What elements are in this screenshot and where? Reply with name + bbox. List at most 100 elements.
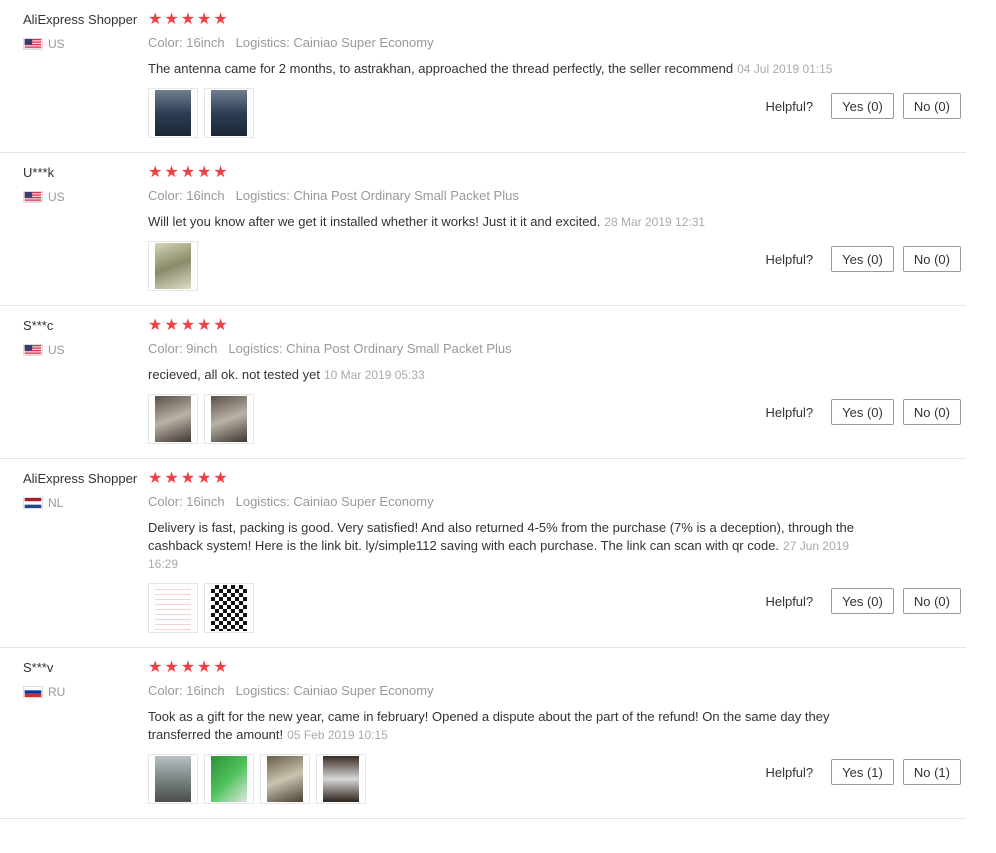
star-icon: ★	[197, 11, 212, 28]
helpful-no-button[interactable]: No (0)	[902, 399, 961, 425]
country-code: US	[48, 343, 65, 357]
review-meta: Color: 16inch Logistics: Cainiao Super Ec…	[148, 494, 966, 509]
reviewer-info: AliExpress Shopper NL	[23, 471, 143, 510]
review-photo-thumbnail[interactable]	[204, 754, 254, 804]
product-color: Color: 16inch	[148, 494, 225, 509]
helpful-vote: Helpful? Yes (0) No (0)	[765, 93, 961, 119]
helpful-no-button[interactable]: No (0)	[902, 588, 961, 614]
review-photo-thumbnail[interactable]	[204, 88, 254, 138]
star-icon: ★	[213, 164, 228, 181]
review-photo-thumbnail[interactable]	[148, 241, 198, 291]
review-text: recieved, all ok. not tested yet 10 Mar 2…	[148, 366, 878, 384]
review-footer: Helpful? Yes (1) No (1)	[148, 754, 966, 804]
photo-green-antenna-icon	[211, 756, 247, 802]
review-photo-thumbnail[interactable]	[204, 583, 254, 633]
star-icon: ★	[180, 11, 196, 28]
helpful-yes-button[interactable]: Yes (0)	[831, 246, 894, 272]
star-rating: ★ ★ ★ ★ ★	[148, 660, 966, 676]
star-icon: ★	[148, 470, 163, 487]
review-photos	[148, 241, 198, 291]
review-date: 28 Mar 2019 12:31	[604, 215, 706, 229]
review-footer: Helpful? Yes (0) No (0)	[148, 241, 966, 291]
review-item: AliExpress Shopper US ★ ★ ★ ★ ★ Color: 16inch Lo…	[0, 0, 966, 153]
star-rating: ★ ★ ★ ★ ★	[148, 318, 966, 334]
star-icon: ★	[148, 317, 163, 334]
star-icon: ★	[213, 11, 228, 28]
star-icon: ★	[197, 470, 212, 487]
photo-antenna-box-icon	[323, 756, 359, 802]
photo-screenshot-list-icon	[155, 585, 191, 631]
reviewer-name: AliExpress Shopper	[23, 471, 138, 486]
star-rating: ★ ★ ★ ★ ★	[148, 165, 966, 181]
photo-car-antenna-icon	[155, 90, 191, 136]
star-icon: ★	[213, 470, 228, 487]
helpful-label: Helpful?	[765, 593, 814, 609]
star-icon: ★	[164, 11, 179, 28]
review-footer: Helpful? Yes (0) No (0)	[148, 583, 966, 633]
photo-antenna-rod-icon	[155, 243, 191, 289]
logistics-info: Logistics: Cainiao Super Economy	[235, 494, 434, 509]
star-icon: ★	[180, 164, 196, 181]
us-flag-icon	[23, 38, 43, 50]
helpful-vote: Helpful? Yes (0) No (0)	[765, 588, 961, 614]
helpful-yes-button[interactable]: Yes (1)	[831, 759, 894, 785]
reviewer-name: S***c	[23, 318, 54, 333]
product-color: Color: 9inch	[148, 341, 218, 356]
review-photos	[148, 754, 366, 804]
star-icon: ★	[213, 317, 228, 334]
review-date: 04 Jul 2019 01:15	[737, 62, 833, 76]
reviewer-info: U***k US	[23, 165, 143, 204]
review-text: Took as a gift for the new year, came in…	[148, 708, 878, 744]
review-photo-thumbnail[interactable]	[148, 88, 198, 138]
review-photo-thumbnail[interactable]	[148, 754, 198, 804]
helpful-no-button[interactable]: No (1)	[902, 759, 961, 785]
photo-package-hand-icon	[211, 396, 247, 442]
star-icon: ★	[164, 317, 179, 334]
reviewer-name: S***v	[23, 660, 54, 675]
country-code: US	[48, 37, 65, 51]
star-icon: ★	[180, 470, 196, 487]
review-body: ★ ★ ★ ★ ★ Color: 16inch Logistics: Cainiao Sup…	[148, 660, 966, 804]
photo-antenna-hand-icon	[267, 756, 303, 802]
review-photo-thumbnail[interactable]	[148, 583, 198, 633]
review-photo-thumbnail[interactable]	[316, 754, 366, 804]
star-icon: ★	[148, 164, 163, 181]
helpful-yes-button[interactable]: Yes (0)	[831, 588, 894, 614]
star-icon: ★	[180, 317, 196, 334]
product-color: Color: 16inch	[148, 35, 225, 50]
photo-package-hand-icon	[155, 396, 191, 442]
review-content: Will let you know after we get it instal…	[148, 214, 601, 229]
review-content: recieved, all ok. not tested yet	[148, 367, 320, 382]
us-flag-icon	[23, 344, 43, 356]
review-photo-thumbnail[interactable]	[260, 754, 310, 804]
review-photo-thumbnail[interactable]	[204, 394, 254, 444]
photo-qr-code-icon	[211, 585, 247, 631]
product-color: Color: 16inch	[148, 188, 225, 203]
review-photos	[148, 583, 254, 633]
helpful-no-button[interactable]: No (0)	[902, 93, 961, 119]
review-text: Delivery is fast, packing is good. Very …	[148, 519, 878, 573]
logistics-info: Logistics: Cainiao Super Economy	[235, 35, 434, 50]
logistics-info: Logistics: China Post Ordinary Small Pac…	[228, 341, 512, 356]
country-code: US	[48, 190, 65, 204]
review-item: S***v RU ★ ★ ★ ★ ★ Color: 16inch Logistics: Cain…	[0, 648, 966, 819]
star-icon: ★	[197, 659, 212, 676]
helpful-label: Helpful?	[765, 98, 814, 114]
review-text: Will let you know after we get it instal…	[148, 213, 878, 231]
review-item: AliExpress Shopper NL ★ ★ ★ ★ ★ Color: 16inch Lo…	[0, 459, 966, 648]
reviewer-country: US	[23, 37, 143, 51]
helpful-no-button[interactable]: No (0)	[902, 246, 961, 272]
helpful-yes-button[interactable]: Yes (0)	[831, 93, 894, 119]
logistics-info: Logistics: China Post Ordinary Small Pac…	[235, 188, 519, 203]
reviewer-name: U***k	[23, 165, 55, 180]
review-body: ★ ★ ★ ★ ★ Color: 16inch Logistics: China Post …	[148, 165, 966, 291]
review-body: ★ ★ ★ ★ ★ Color: 9inch Logistics: China Post O…	[148, 318, 966, 444]
review-list: AliExpress Shopper US ★ ★ ★ ★ ★ Color: 16inch Lo…	[0, 0, 996, 819]
review-date: 10 Mar 2019 05:33	[323, 368, 425, 382]
logistics-info: Logistics: Cainiao Super Economy	[235, 683, 434, 698]
review-photo-thumbnail[interactable]	[148, 394, 198, 444]
review-content: The antenna came for 2 months, to astrak…	[148, 61, 734, 76]
review-item: S***c US ★ ★ ★ ★ ★ Color: 9inch Logistics: China…	[0, 306, 966, 459]
helpful-yes-button[interactable]: Yes (0)	[831, 399, 894, 425]
nl-flag-icon	[23, 497, 43, 509]
